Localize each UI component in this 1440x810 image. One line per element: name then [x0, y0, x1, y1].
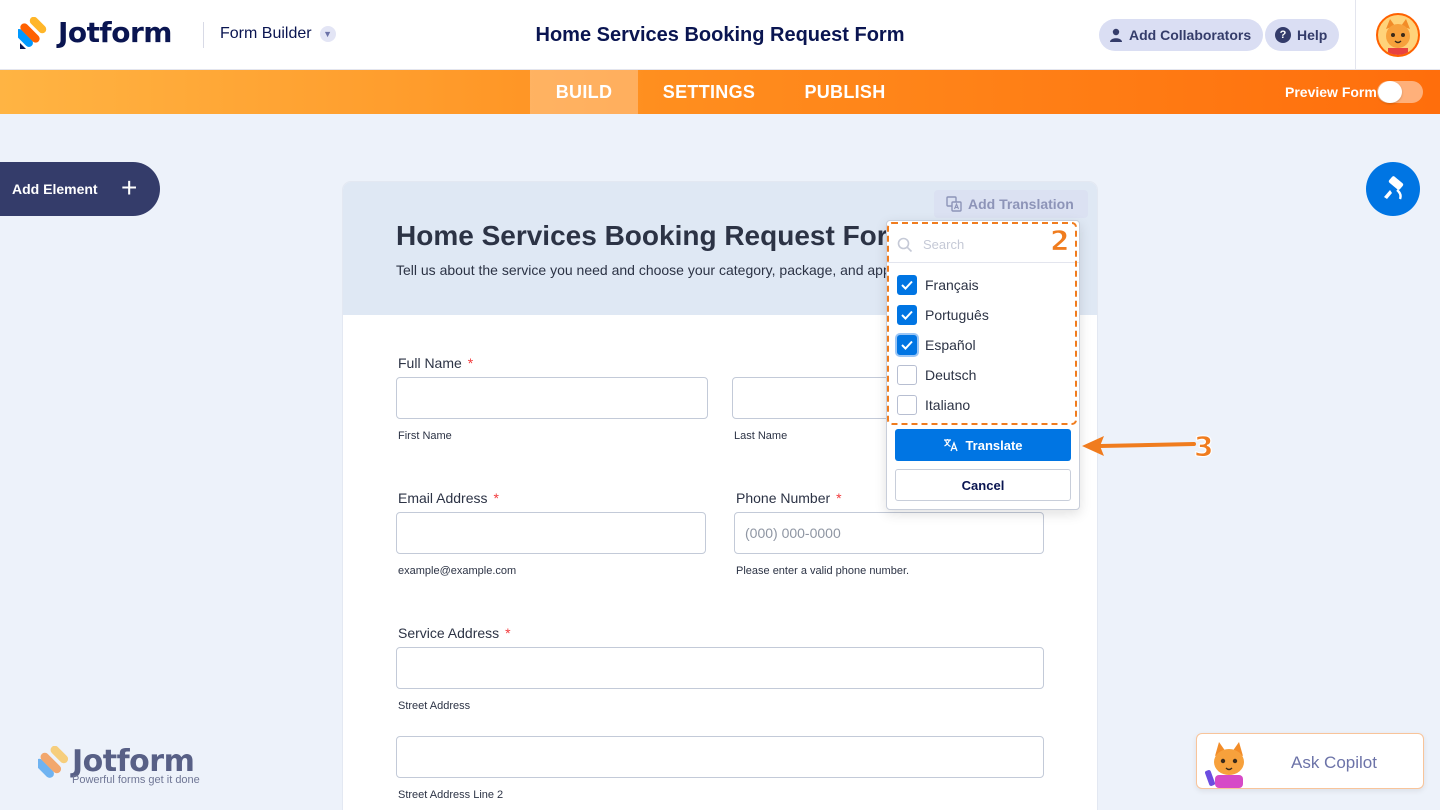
phone-label: Phone Number * — [736, 490, 842, 506]
annotation-arrow-icon — [1082, 436, 1196, 456]
cat-avatar-icon — [1378, 15, 1418, 55]
help-button[interactable]: ? Help — [1265, 19, 1340, 51]
jotform-logo-icon — [18, 16, 47, 49]
phone-sublabel: Please enter a valid phone number. — [736, 565, 910, 577]
phone-field[interactable]: (000) 000-0000 — [734, 512, 1044, 554]
brand-name: Jotform — [58, 16, 172, 49]
help-icon: ? — [1275, 27, 1291, 43]
tab-settings[interactable]: SETTINGS — [648, 70, 770, 114]
tab-build[interactable]: BUILD — [530, 70, 638, 114]
form-designer-button[interactable] — [1366, 162, 1420, 216]
first-name-input[interactable] — [396, 377, 708, 419]
header-divider-right — [1355, 0, 1356, 70]
plus-icon: + — [121, 172, 138, 203]
preview-form-toggle[interactable] — [1377, 81, 1423, 103]
cancel-button[interactable]: Cancel — [895, 469, 1071, 501]
full-name-label: Full Name * — [398, 355, 473, 371]
email-sublabel: example@example.com — [398, 565, 517, 577]
street-address-line2-input[interactable] — [396, 736, 1044, 778]
annotation-highlight-box — [887, 222, 1077, 425]
first-name-sublabel: First Name — [398, 430, 452, 442]
service-address-label-text: Service Address — [398, 625, 500, 641]
preview-form-label: Preview Form — [1285, 84, 1377, 100]
form-subtitle[interactable]: Tell us about the service you need and c… — [396, 262, 896, 278]
translate-icon — [944, 439, 959, 452]
email-label: Email Address * — [398, 490, 499, 506]
add-translation-label: Add Translation — [968, 196, 1074, 212]
jotform-logo[interactable]: Jotform — [18, 16, 172, 49]
translate-button[interactable]: Translate — [895, 429, 1071, 461]
street-address-line2-sublabel: Street Address Line 2 — [398, 789, 504, 801]
form-builder-menu[interactable]: Form Builder ▼ — [220, 25, 336, 43]
annotation-step-3: 3 — [1193, 430, 1214, 464]
add-collaborators-label: Add Collaborators — [1129, 27, 1252, 43]
add-collaborators-button[interactable]: Add Collaborators — [1099, 19, 1264, 51]
translate-label: Translate — [965, 437, 1023, 453]
header-form-title[interactable]: Home Services Booking Request Form — [536, 24, 905, 46]
avatar[interactable] — [1376, 13, 1420, 57]
toggle-knob — [1378, 81, 1402, 103]
ask-copilot-label: Ask Copilot — [1291, 753, 1377, 772]
required-asterisk: * — [467, 355, 474, 371]
ask-copilot-button[interactable]: Ask Copilot — [1196, 733, 1424, 789]
form-builder-label: Form Builder — [220, 25, 312, 42]
user-icon — [1110, 28, 1122, 42]
watermark-tagline: Powerful forms get it done — [72, 774, 200, 786]
jotform-logo-icon — [38, 746, 69, 778]
required-asterisk: * — [836, 490, 842, 506]
last-name-sublabel: Last Name — [734, 430, 788, 442]
email-label-text: Email Address — [398, 490, 488, 506]
required-asterisk: * — [493, 490, 499, 506]
email-field[interactable] — [396, 512, 706, 554]
tab-publish[interactable]: PUBLISH — [790, 70, 900, 114]
annotation-step-2: 2 — [1049, 224, 1070, 258]
help-label: Help — [1297, 27, 1328, 43]
full-name-label-text: Full Name — [398, 355, 462, 371]
add-translation-button[interactable]: Add Translation — [934, 190, 1088, 218]
builder-nav: BUILD SETTINGS PUBLISH Preview Form — [0, 70, 1440, 114]
phone-label-text: Phone Number — [736, 490, 831, 506]
add-element-button[interactable]: Add Element + — [0, 162, 160, 216]
street-address-sublabel: Street Address — [398, 700, 471, 712]
add-element-label: Add Element — [12, 181, 98, 197]
translate-icon — [946, 196, 962, 212]
form-title[interactable]: Home Services Booking Request Form — [396, 220, 946, 252]
street-address-input[interactable] — [396, 647, 1044, 689]
chevron-down-icon: ▼ — [319, 26, 336, 42]
service-address-label: Service Address * — [398, 625, 511, 641]
top-header: Jotform Form Builder ▼ Home Services Boo… — [0, 0, 1440, 70]
copilot-cat-icon — [1205, 742, 1244, 788]
paint-roller-icon — [1384, 176, 1404, 200]
required-asterisk: * — [505, 625, 511, 641]
header-divider — [203, 22, 204, 48]
